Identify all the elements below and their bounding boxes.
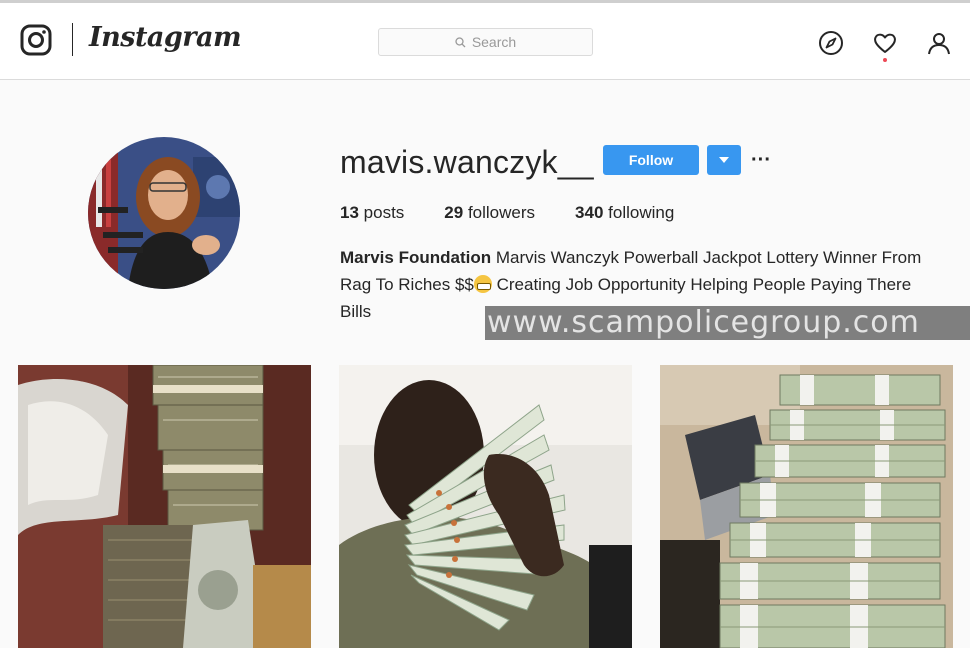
- top-navbar: Instagram Search: [0, 3, 970, 80]
- search-icon: [455, 36, 466, 47]
- post-thumbnail-2[interactable]: [339, 365, 632, 648]
- instagram-wordmark[interactable]: Instagram: [89, 22, 242, 53]
- ellipsis-icon[interactable]: ···: [750, 147, 772, 173]
- watermark-banner: www.scampolicegroup.com: [485, 306, 970, 340]
- caret-down-icon: [719, 157, 729, 163]
- following-label: following: [608, 203, 675, 222]
- follow-button[interactable]: Follow: [603, 145, 699, 175]
- bio-name: Marvis Foundation: [340, 248, 492, 267]
- search-placeholder: Search: [471, 34, 517, 50]
- instagram-camera-icon[interactable]: [20, 24, 52, 56]
- posts-count: 13: [340, 203, 359, 222]
- profile-username: mavis.wanczyk__: [340, 144, 594, 180]
- following-count: 340: [575, 203, 604, 222]
- posts-stat: 13 posts: [340, 203, 404, 223]
- logo-divider: [72, 23, 73, 56]
- notification-dot: [883, 58, 887, 62]
- followers-label: followers: [467, 203, 536, 222]
- suggestions-dropdown-button[interactable]: [707, 145, 741, 175]
- grinning-emoji-icon: [473, 275, 492, 293]
- heart-icon[interactable]: [872, 30, 898, 56]
- search-input[interactable]: Search: [378, 28, 593, 56]
- profile-icon[interactable]: [926, 30, 952, 56]
- posts-label: posts: [363, 203, 405, 222]
- post-thumbnail-3[interactable]: [660, 365, 953, 648]
- followers-count: 29: [444, 203, 464, 222]
- followers-stat[interactable]: 29 followers: [444, 203, 535, 223]
- following-stat[interactable]: 340 following: [575, 203, 674, 223]
- compass-icon[interactable]: [818, 30, 844, 56]
- post-thumbnail-1[interactable]: [18, 365, 311, 648]
- profile-stats: 13 posts 29 followers 340 following: [340, 203, 714, 223]
- profile-avatar[interactable]: [88, 137, 240, 289]
